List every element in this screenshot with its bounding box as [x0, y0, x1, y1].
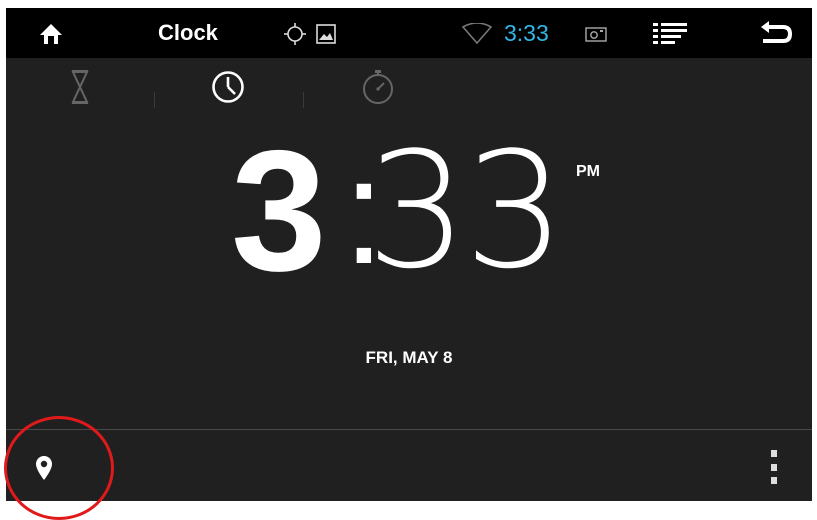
digital-clock: 3 : 33 PM — [6, 125, 812, 303]
status-time: 3:33 — [504, 20, 549, 46]
tab-separator — [154, 92, 155, 108]
clock-ampm: PM — [576, 163, 600, 180]
tab-stopwatch[interactable] — [348, 64, 408, 114]
location-pin-icon[interactable] — [32, 453, 56, 483]
app-title: Clock — [158, 20, 218, 45]
device-screen: Clock 3:33 3: 33 PM FRI, MAY 8 — [6, 8, 812, 501]
clock-hour: 3 — [231, 115, 327, 307]
stopwatch-icon — [361, 68, 395, 111]
home-icon[interactable] — [36, 20, 66, 48]
tab-timer[interactable] — [50, 64, 110, 114]
clock-minutes: 33 — [366, 117, 566, 304]
bottom-bar — [6, 430, 812, 501]
back-icon[interactable] — [758, 20, 794, 48]
tab-separator — [303, 92, 304, 108]
wifi-icon — [460, 22, 494, 46]
clock-icon — [211, 70, 245, 109]
overflow-menu-icon[interactable] — [766, 450, 782, 484]
screenshot-icon[interactable] — [584, 24, 608, 44]
crosshair-icon — [282, 21, 308, 47]
top-bar: Clock 3:33 — [6, 8, 812, 58]
clock-tabs — [6, 58, 812, 120]
clock-date: FRI, MAY 8 — [365, 348, 453, 367]
image-icon — [315, 23, 337, 45]
tab-clock[interactable] — [198, 64, 258, 114]
list-icon[interactable] — [651, 20, 689, 48]
hourglass-icon — [70, 69, 90, 110]
